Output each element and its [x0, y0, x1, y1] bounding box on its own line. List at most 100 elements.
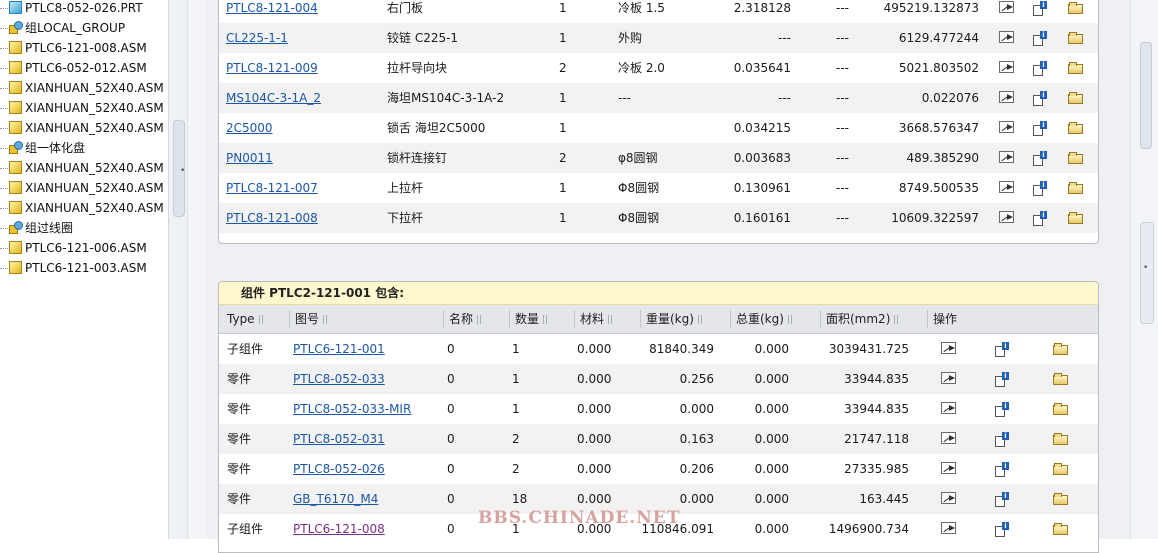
tree-item-label: PTLC6-121-003.ASM	[25, 261, 147, 275]
sort-icon[interactable]	[323, 315, 337, 324]
tree-item[interactable]: PTLC6-052-012.ASM	[0, 58, 147, 78]
part-number-link[interactable]: PTLC8-052-033	[293, 364, 385, 394]
info-icon[interactable]	[995, 522, 1009, 537]
part-number-link[interactable]: 2C5000	[226, 113, 273, 143]
col-part-number-header[interactable]: 图号	[295, 305, 337, 333]
sort-icon[interactable]	[477, 315, 491, 324]
part-number-link[interactable]: PTLC6-121-001	[293, 334, 385, 364]
info-icon[interactable]	[1033, 121, 1047, 136]
info-icon[interactable]	[1033, 91, 1047, 106]
tree-item[interactable]: PTLC6-121-008.ASM	[0, 38, 147, 58]
part-number-link[interactable]: PN0011	[226, 143, 273, 173]
info-icon[interactable]	[1033, 211, 1047, 226]
open-folder-icon[interactable]	[1053, 493, 1068, 505]
open-folder-icon[interactable]	[1053, 523, 1068, 535]
tree-item[interactable]: PTLC6-121-006.ASM	[0, 238, 147, 258]
sort-icon[interactable]	[697, 315, 711, 324]
edit-icon[interactable]	[999, 121, 1014, 133]
part-number-link[interactable]: PTLC8-052-026	[293, 454, 385, 484]
part-number-link[interactable]: PTLC8-121-004	[226, 0, 318, 23]
edit-icon[interactable]	[999, 31, 1014, 43]
open-folder-icon[interactable]	[1068, 152, 1083, 164]
info-icon[interactable]	[995, 372, 1009, 387]
info-icon[interactable]	[1033, 31, 1047, 46]
sort-icon[interactable]	[608, 315, 622, 324]
main-scrollbar-thumb[interactable]	[1140, 42, 1152, 149]
tree-connector	[0, 67, 8, 70]
info-icon[interactable]	[995, 462, 1009, 477]
tree-item[interactable]: XIANHUAN_52X40.ASM	[0, 158, 164, 178]
tree-scrollbar[interactable]	[168, 0, 187, 539]
sort-icon[interactable]	[787, 315, 801, 324]
info-icon[interactable]	[995, 432, 1009, 447]
part-number-link[interactable]: PTLC8-121-007	[226, 173, 318, 203]
edit-icon[interactable]	[941, 462, 956, 474]
open-folder-icon[interactable]	[1068, 122, 1083, 134]
sort-icon[interactable]	[894, 315, 908, 324]
part-number-link[interactable]: MS104C-3-1A_2	[226, 83, 321, 113]
part-number-link[interactable]: GB_T6170_M4	[293, 484, 378, 514]
info-icon[interactable]	[995, 342, 1009, 357]
tree-item[interactable]: XIANHUAN_52X40.ASM	[0, 178, 164, 198]
open-folder-icon[interactable]	[1068, 182, 1083, 194]
info-icon[interactable]	[995, 402, 1009, 417]
tree-item[interactable]: 组过线圈	[0, 218, 73, 238]
col-weight-header[interactable]: 重量(kg)	[646, 305, 711, 333]
edit-icon[interactable]	[941, 492, 956, 504]
edit-icon[interactable]	[941, 522, 956, 534]
open-folder-icon[interactable]	[1068, 92, 1083, 104]
tree-item[interactable]: XIANHUAN_52X40.ASM	[0, 198, 164, 218]
part-number-link[interactable]: PTLC8-052-033-MIR	[293, 394, 411, 424]
edit-icon[interactable]	[999, 211, 1014, 223]
open-folder-icon[interactable]	[1053, 463, 1068, 475]
info-icon[interactable]	[1033, 1, 1047, 16]
col-total-weight-header[interactable]: 总重(kg)	[736, 305, 801, 333]
tree-item[interactable]: XIANHUAN_52X40.ASM	[0, 78, 164, 98]
edit-icon[interactable]	[999, 1, 1014, 13]
tree-item[interactable]: 组一体化盘	[0, 138, 85, 158]
part-number-link[interactable]: PTLC8-052-031	[293, 424, 385, 454]
part-number-link[interactable]: CL225-1-1	[226, 23, 288, 53]
open-folder-icon[interactable]	[1068, 32, 1083, 44]
tree-item[interactable]: XIANHUAN_52X40.ASM	[0, 98, 164, 118]
info-icon[interactable]	[1033, 181, 1047, 196]
edit-icon[interactable]	[999, 61, 1014, 73]
col-name-header[interactable]: 名称	[449, 305, 491, 333]
total-weight: 0.000	[754, 402, 789, 416]
edit-icon[interactable]	[941, 342, 956, 354]
part-number-link[interactable]: PTLC8-121-008	[226, 203, 318, 233]
col-area-header[interactable]: 面积(mm2)	[826, 305, 908, 333]
weight: 0.034215	[733, 121, 791, 135]
edit-icon[interactable]	[999, 91, 1014, 103]
open-folder-icon[interactable]	[1068, 212, 1083, 224]
open-folder-icon[interactable]	[1068, 62, 1083, 74]
edit-icon[interactable]	[941, 402, 956, 414]
open-folder-icon[interactable]	[1053, 433, 1068, 445]
part-number-link[interactable]: PTLC6-121-008	[293, 514, 385, 544]
quantity: 1	[559, 1, 567, 15]
info-icon[interactable]	[995, 492, 1009, 507]
open-folder-icon[interactable]	[1053, 343, 1068, 355]
sort-icon[interactable]	[543, 315, 557, 324]
info-icon[interactable]	[1033, 151, 1047, 166]
col-material-header[interactable]: 材料	[580, 305, 622, 333]
secondary-scrollbar-thumb[interactable]	[1140, 222, 1154, 324]
tree-item[interactable]: PTLC8-052-026.PRT	[0, 0, 143, 18]
open-folder-icon[interactable]	[1053, 403, 1068, 415]
open-folder-icon[interactable]	[1053, 373, 1068, 385]
col-type-header[interactable]: Type	[227, 305, 272, 333]
col-qty-header[interactable]: 数量	[515, 305, 557, 333]
edit-icon[interactable]	[999, 151, 1014, 163]
edit-icon[interactable]	[999, 181, 1014, 193]
tree-item[interactable]: 组LOCAL_GROUP	[0, 18, 125, 38]
sort-icon[interactable]	[258, 315, 272, 324]
part-number-link[interactable]: PTLC8-121-009	[226, 53, 318, 83]
edit-icon[interactable]	[941, 432, 956, 444]
edit-icon[interactable]	[941, 372, 956, 384]
open-folder-icon[interactable]	[1068, 2, 1083, 14]
info-icon[interactable]	[1033, 61, 1047, 76]
tree-item[interactable]: PTLC6-121-003.ASM	[0, 258, 147, 278]
pane-splitter[interactable]	[187, 0, 206, 539]
part-name: 0	[447, 342, 455, 356]
tree-item[interactable]: XIANHUAN_52X40.ASM	[0, 118, 164, 138]
